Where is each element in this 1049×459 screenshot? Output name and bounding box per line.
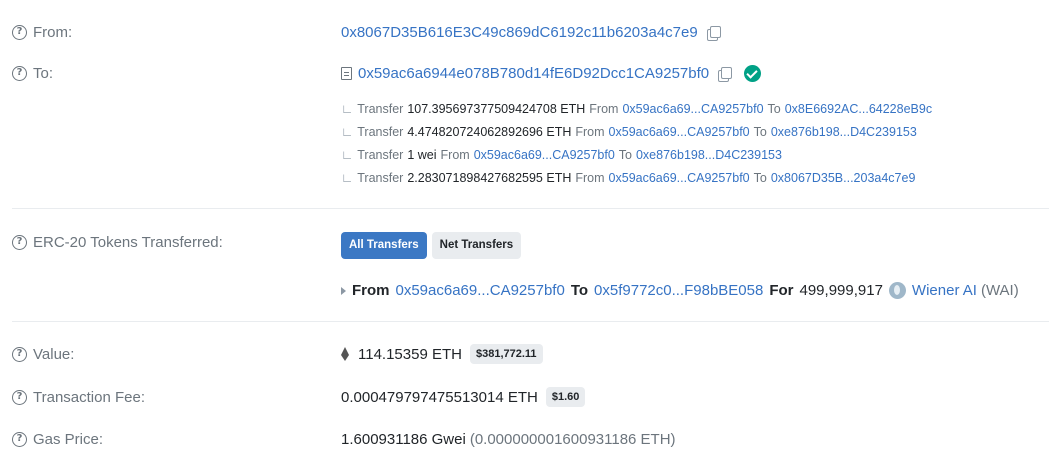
token-logo-icon [888,282,906,299]
from-word: From [440,148,470,162]
transfer-to-link[interactable]: 0x8067D35B...203a4c7e9 [771,171,916,185]
from-word: From [575,125,605,139]
gas-label: Gas Price: [33,431,104,448]
verified-check-icon [744,65,762,82]
from-word: From [575,171,605,185]
from-value-row: 0x8067D35B616E3C49c869dC6192c11b6203a4c7… [341,24,721,41]
transaction-details: ? From: 0x8067D35B616E3C49c869dC6192c11b… [0,0,1049,459]
copy-icon[interactable] [706,25,721,41]
from-word: From [352,282,390,299]
to-value-row: 0x59ac6a6944e078B780d14fE6D92Dcc1CA9257b… [341,65,762,82]
branch-icon: ∟ [341,125,354,139]
to-word: To [753,125,767,139]
internal-transfer-row: ∟ Transfer 4.474820724062892696 ETH From… [341,125,917,139]
ethereum-icon [341,347,350,361]
value-amount: 114.15359 ETH [358,345,462,363]
gas-row: 1.600931186 Gwei (0.000000001600931186 E… [341,431,676,448]
transfer-word: Transfer [357,171,404,185]
from-word: From [589,102,619,116]
token-name-link[interactable]: Wiener AI [912,282,977,299]
transfer-amount: 1 wei [407,148,437,162]
question-circle-icon: ? [12,66,27,81]
transfer-to-link[interactable]: 0xe876b198...D4C239153 [771,125,917,139]
contract-icon [341,67,352,80]
erc20-transfer-row: From 0x59ac6a69...CA9257bf0 To 0x5f9772c… [341,282,1019,299]
fee-row: 0.000479797475513014 ETH $1.60 [341,387,586,407]
to-label-row: ? To: [12,65,53,82]
question-circle-icon: ? [12,347,27,362]
value-label: Value: [33,346,75,363]
question-circle-icon: ? [12,390,27,405]
transfer-amount: 107.395697377509424708 ETH [407,102,586,116]
from-label-row: ? From: [12,24,72,41]
transfer-to-link[interactable]: 0xe876b198...D4C239153 [636,148,782,162]
fee-label-row: ? Transaction Fee: [12,389,145,406]
erc20-to-link[interactable]: 0x5f9772c0...F98bBE058 [594,282,763,299]
internal-transfer-row: ∟ Transfer 1 wei From 0x59ac6a69...CA925… [341,148,782,162]
fee-label: Transaction Fee: [33,389,145,406]
all-transfers-button[interactable]: All Transfers [341,232,427,259]
to-word: To [618,148,632,162]
internal-transfer-row: ∟ Transfer 107.395697377509424708 ETH Fr… [341,102,932,116]
to-word: To [767,102,781,116]
erc20-tabs: All Transfers Net Transfers [341,232,522,259]
transfer-from-link[interactable]: 0x59ac6a69...CA9257bf0 [474,148,615,162]
erc20-from-link[interactable]: 0x59ac6a69...CA9257bf0 [396,282,565,299]
fee-usd-badge: $1.60 [545,387,586,407]
question-circle-icon: ? [12,235,27,250]
transfer-word: Transfer [357,125,404,139]
to-address-link[interactable]: 0x59ac6a6944e078B780d14fE6D92Dcc1CA9257b… [358,65,709,82]
transfer-to-link[interactable]: 0x8E6692AC...64228eB9c [785,102,932,116]
transfer-word: Transfer [357,102,404,116]
branch-icon: ∟ [341,171,354,185]
transfer-amount: 2.283071898427682595 ETH [407,171,572,185]
value-usd-badge: $381,772.11 [469,344,543,364]
question-circle-icon: ? [12,25,27,40]
fee-amount: 0.000479797475513014 ETH [341,388,538,406]
branch-icon: ∟ [341,102,354,116]
to-label: To: [33,65,54,82]
to-word: To [570,282,589,299]
copy-icon[interactable] [717,66,733,82]
transfer-from-link[interactable]: 0x59ac6a69...CA9257bf0 [609,171,750,185]
question-circle-icon: ? [12,432,27,447]
transfer-from-link[interactable]: 0x59ac6a69...CA9257bf0 [622,102,763,116]
to-word: To [753,171,767,185]
from-address-link[interactable]: 0x8067D35B616E3C49c869dC6192c11b6203a4c7… [341,24,698,41]
gas-eth: (0.000000001600931186 ETH) [469,431,676,448]
erc20-label: ERC-20 Tokens Transferred: [33,234,223,251]
erc20-amount: 499,999,917 [799,282,883,299]
gas-gwei: 1.600931186 Gwei [341,431,466,448]
internal-transfer-row: ∟ Transfer 2.283071898427682595 ETH From… [341,171,915,185]
erc20-label-row: ? ERC-20 Tokens Transferred: [12,234,223,251]
transfer-amount: 4.474820724062892696 ETH [407,125,572,139]
net-transfers-button[interactable]: Net Transfers [431,232,522,259]
value-label-row: ? Value: [12,346,74,363]
transfer-word: Transfer [357,148,404,162]
section-divider [12,321,1049,322]
gas-label-row: ? Gas Price: [12,431,103,448]
for-word: For [769,282,794,299]
token-symbol: (WAI) [980,282,1019,299]
value-row: 114.15359 ETH $381,772.11 [341,344,543,364]
section-divider [12,208,1049,209]
branch-icon: ∟ [341,148,354,162]
transfer-from-link[interactable]: 0x59ac6a69...CA9257bf0 [609,125,750,139]
from-label: From: [33,24,73,41]
caret-right-icon [341,286,346,295]
